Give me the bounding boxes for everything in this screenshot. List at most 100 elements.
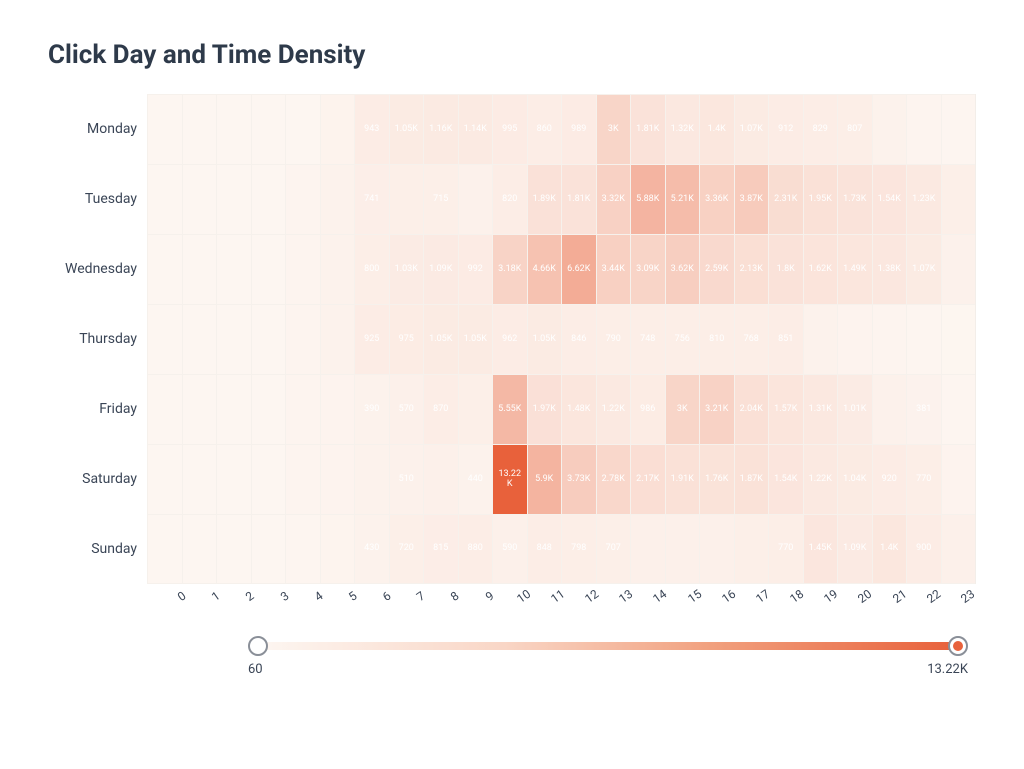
heatmap-cell[interactable] xyxy=(458,374,493,444)
heatmap-cell[interactable] xyxy=(320,94,355,164)
heatmap-cell[interactable] xyxy=(803,304,838,374)
heatmap-cell[interactable]: 790 xyxy=(596,304,631,374)
heatmap-cell[interactable]: 2.31K xyxy=(768,164,803,234)
heatmap-cell[interactable] xyxy=(354,444,389,514)
heatmap-cell[interactable]: 870 xyxy=(423,374,458,444)
heatmap-cell[interactable]: 2.04K xyxy=(734,374,769,444)
heatmap-cell[interactable]: 3.62K xyxy=(665,234,700,304)
heatmap-cell[interactable]: 2.17K xyxy=(630,444,665,514)
heatmap-cell[interactable] xyxy=(320,444,355,514)
heatmap-cell[interactable]: 1.32K xyxy=(665,94,700,164)
heatmap-cell[interactable]: 1.81K xyxy=(630,94,665,164)
heatmap-cell[interactable] xyxy=(837,304,872,374)
heatmap-cell[interactable] xyxy=(182,374,217,444)
heatmap-cell[interactable] xyxy=(285,164,320,234)
heatmap-cell[interactable] xyxy=(941,514,976,584)
heatmap-cell[interactable]: 1.91K xyxy=(665,444,700,514)
heatmap-cell[interactable]: 3.87K xyxy=(734,164,769,234)
heatmap-cell[interactable] xyxy=(872,94,907,164)
heatmap-cell[interactable]: 1.81K xyxy=(561,164,596,234)
heatmap-cell[interactable]: 2.78K xyxy=(596,444,631,514)
heatmap-cell[interactable]: 1.09K xyxy=(423,234,458,304)
heatmap-cell[interactable]: 1.57K xyxy=(768,374,803,444)
heatmap-cell[interactable]: 1.38K xyxy=(872,234,907,304)
heatmap-cell[interactable] xyxy=(147,514,182,584)
heatmap-cell[interactable]: 807 xyxy=(837,94,872,164)
heatmap-cell[interactable]: 880 xyxy=(458,514,493,584)
heatmap-cell[interactable]: 1.4K xyxy=(699,94,734,164)
heatmap-cell[interactable]: 1.14K xyxy=(458,94,493,164)
heatmap-cell[interactable] xyxy=(147,444,182,514)
heatmap-cell[interactable]: 1.73K xyxy=(837,164,872,234)
heatmap-cell[interactable] xyxy=(734,514,769,584)
heatmap-cell[interactable]: 1.05K xyxy=(423,304,458,374)
heatmap-cell[interactable]: 4.66K xyxy=(527,234,562,304)
heatmap-cell[interactable] xyxy=(423,444,458,514)
heatmap-cell[interactable]: 440 xyxy=(458,444,493,514)
heatmap-cell[interactable]: 3.21K xyxy=(699,374,734,444)
heatmap-cell[interactable] xyxy=(251,304,286,374)
heatmap-cell[interactable] xyxy=(216,94,251,164)
heatmap-cell[interactable]: 1.97K xyxy=(527,374,562,444)
heatmap-cell[interactable]: 1.01K xyxy=(837,374,872,444)
heatmap-cell[interactable] xyxy=(941,164,976,234)
heatmap-cell[interactable] xyxy=(941,304,976,374)
heatmap-cell[interactable]: 1.54K xyxy=(768,444,803,514)
heatmap-cell[interactable]: 756 xyxy=(665,304,700,374)
heatmap-cell[interactable]: 5.9K xyxy=(527,444,562,514)
heatmap-cell[interactable] xyxy=(182,444,217,514)
heatmap-cell[interactable]: 1.4K xyxy=(872,514,907,584)
heatmap-cell[interactable]: 1.23K xyxy=(906,164,941,234)
heatmap-cell[interactable] xyxy=(285,94,320,164)
heatmap-cell[interactable] xyxy=(941,94,976,164)
heatmap-cell[interactable]: 848 xyxy=(527,514,562,584)
heatmap-cell[interactable]: 815 xyxy=(423,514,458,584)
heatmap-cell[interactable] xyxy=(285,444,320,514)
heatmap-cell[interactable]: 3K xyxy=(596,94,631,164)
heatmap-cell[interactable]: 1.05K xyxy=(527,304,562,374)
heatmap-cell[interactable]: 1.95K xyxy=(803,164,838,234)
heatmap-cell[interactable]: 770 xyxy=(906,444,941,514)
heatmap-cell[interactable] xyxy=(872,304,907,374)
heatmap-cell[interactable]: 900 xyxy=(906,514,941,584)
heatmap-cell[interactable]: 995 xyxy=(492,94,527,164)
heatmap-cell[interactable]: 1.76K xyxy=(699,444,734,514)
heatmap-cell[interactable]: 748 xyxy=(630,304,665,374)
heatmap-cell[interactable] xyxy=(389,164,424,234)
heatmap-cell[interactable]: 1.04K xyxy=(837,444,872,514)
heatmap-cell[interactable]: 715 xyxy=(423,164,458,234)
heatmap-cell[interactable] xyxy=(251,514,286,584)
heatmap-cell[interactable] xyxy=(458,164,493,234)
heatmap-cell[interactable] xyxy=(320,374,355,444)
heatmap-cell[interactable] xyxy=(906,304,941,374)
heatmap-cell[interactable] xyxy=(251,94,286,164)
heatmap-cell[interactable]: 1.09K xyxy=(837,514,872,584)
heatmap-cell[interactable]: 3.09K xyxy=(630,234,665,304)
heatmap-cell[interactable]: 3.73K xyxy=(561,444,596,514)
heatmap-cell[interactable] xyxy=(320,234,355,304)
heatmap-cell[interactable]: 800 xyxy=(354,234,389,304)
heatmap-cell[interactable] xyxy=(147,94,182,164)
heatmap-cell[interactable]: 1.8K xyxy=(768,234,803,304)
heatmap-cell[interactable]: 768 xyxy=(734,304,769,374)
heatmap-cell[interactable] xyxy=(216,234,251,304)
heatmap-cell[interactable]: 943 xyxy=(354,94,389,164)
heatmap-cell[interactable]: 13.22K xyxy=(492,444,527,514)
heatmap-cell[interactable] xyxy=(906,94,941,164)
heatmap-cell[interactable]: 1.62K xyxy=(803,234,838,304)
heatmap-cell[interactable]: 1.87K xyxy=(734,444,769,514)
heatmap-cell[interactable]: 590 xyxy=(492,514,527,584)
heatmap-cell[interactable]: 986 xyxy=(630,374,665,444)
heatmap-cell[interactable]: 810 xyxy=(699,304,734,374)
heatmap-cell[interactable]: 1.07K xyxy=(734,94,769,164)
heatmap-cell[interactable] xyxy=(182,234,217,304)
heatmap-cell[interactable] xyxy=(147,304,182,374)
heatmap-cell[interactable] xyxy=(320,514,355,584)
heatmap-cell[interactable]: 962 xyxy=(492,304,527,374)
heatmap-cell[interactable] xyxy=(285,234,320,304)
heatmap-cell[interactable]: 1.54K xyxy=(872,164,907,234)
heatmap-cell[interactable] xyxy=(699,514,734,584)
heatmap-cell[interactable] xyxy=(665,514,700,584)
heatmap-cell[interactable]: 510 xyxy=(389,444,424,514)
heatmap-cell[interactable]: 1.45K xyxy=(803,514,838,584)
